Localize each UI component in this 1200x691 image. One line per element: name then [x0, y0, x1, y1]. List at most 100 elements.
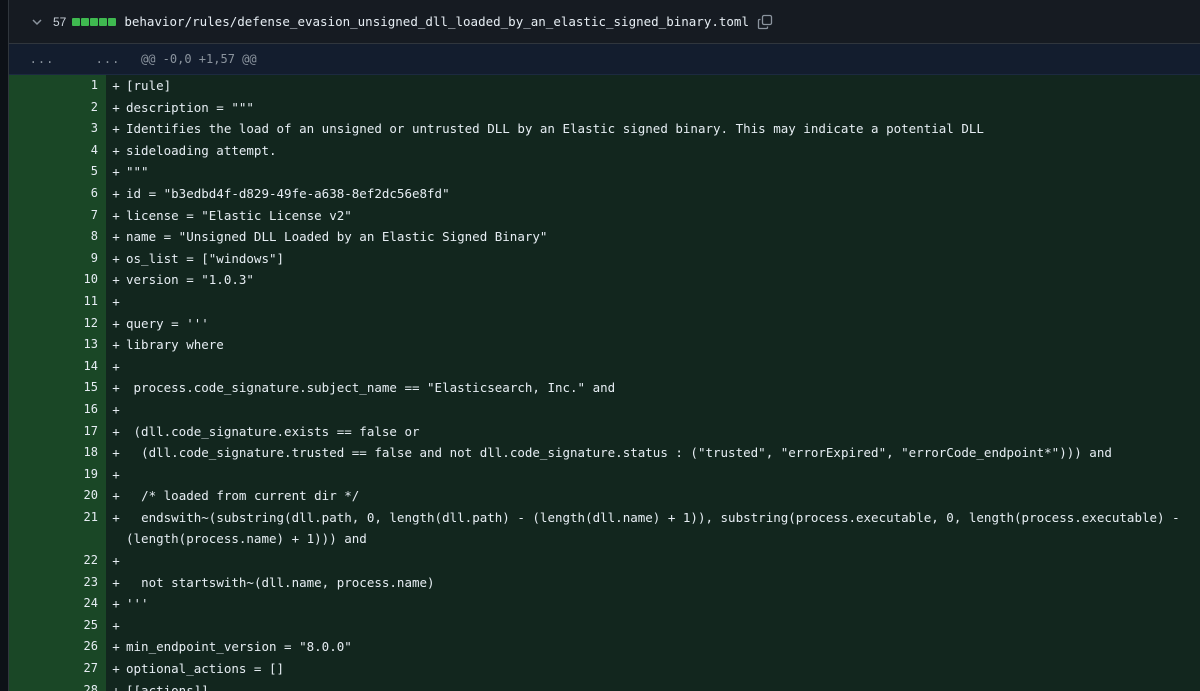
- old-line-number[interactable]: [9, 312, 59, 335]
- diff-lines: 1 + [rule] 2 + description = """ 3 + Identifies …: [9, 75, 1200, 691]
- addition-marker: +: [112, 423, 120, 439]
- addition-marker: +: [112, 380, 120, 396]
- addition-marker: +: [112, 207, 120, 223]
- old-line-number[interactable]: [9, 614, 59, 637]
- new-line-number[interactable]: 6: [59, 182, 106, 205]
- file-path[interactable]: behavior/rules/defense_evasion_unsigned_…: [124, 14, 749, 29]
- old-line-number[interactable]: [9, 679, 59, 691]
- new-line-number[interactable]: 2: [59, 96, 106, 119]
- new-line-number[interactable]: 21: [59, 506, 106, 551]
- code-line: optional_actions = []: [126, 661, 285, 677]
- code-line: [[actions]]: [126, 682, 209, 691]
- old-line-number[interactable]: [9, 75, 59, 97]
- diff-line: 15 + process.code_signature.subject_name …: [9, 377, 1200, 399]
- new-line-number[interactable]: 10: [59, 269, 106, 291]
- diff-line: 2 + description = """: [9, 96, 1200, 119]
- new-line-number[interactable]: 26: [59, 636, 106, 659]
- old-line-number[interactable]: [9, 355, 59, 378]
- new-line-number[interactable]: 13: [59, 334, 106, 356]
- old-line-number[interactable]: [9, 334, 59, 356]
- new-line-number[interactable]: 8: [59, 226, 106, 248]
- old-line-number[interactable]: [9, 550, 59, 572]
- code-line: /* loaded from current dir */: [126, 488, 360, 504]
- old-line-number[interactable]: [9, 463, 59, 486]
- new-line-number[interactable]: 9: [59, 247, 106, 270]
- copy-icon[interactable]: [757, 14, 773, 30]
- addition-marker: +: [112, 596, 120, 612]
- addition-marker: +: [112, 488, 120, 504]
- addition-marker: +: [112, 99, 120, 115]
- new-line-number[interactable]: 17: [59, 420, 106, 443]
- code-line: sideloading attempt.: [126, 142, 277, 158]
- old-line-number[interactable]: [9, 377, 59, 399]
- new-line-number[interactable]: 3: [59, 118, 106, 140]
- old-line-number[interactable]: [9, 269, 59, 291]
- new-line-number[interactable]: 27: [59, 658, 106, 680]
- new-line-number[interactable]: 12: [59, 312, 106, 335]
- old-line-number[interactable]: [9, 506, 59, 551]
- new-line-number[interactable]: 23: [59, 571, 106, 594]
- addition-marker: +: [112, 553, 120, 569]
- code-line: name = "Unsigned DLL Loaded by an Elasti…: [126, 229, 548, 245]
- old-line-number[interactable]: [9, 398, 59, 421]
- addition-marker: +: [112, 185, 120, 201]
- old-line-number[interactable]: [9, 182, 59, 205]
- code-line: (dll.code_signature.trusted == false and…: [126, 445, 1112, 461]
- code-line: version = "1.0.3": [126, 272, 254, 288]
- new-line-number[interactable]: 28: [59, 679, 106, 691]
- old-line-number[interactable]: [9, 204, 59, 227]
- diff-file: 5 7 behavior/rules/defense_evasion_unsign…: [8, 0, 1200, 691]
- old-line-number[interactable]: [9, 636, 59, 659]
- diff-line: 16 +: [9, 398, 1200, 421]
- old-line-number[interactable]: [9, 420, 59, 443]
- expand-new-button[interactable]: ...: [75, 52, 141, 66]
- new-line-number[interactable]: 7: [59, 204, 106, 227]
- new-line-number[interactable]: 18: [59, 442, 106, 464]
- addition-marker: +: [112, 142, 120, 158]
- new-line-number[interactable]: 1: [59, 75, 106, 97]
- diff-line: 20 + /* loaded from current dir */: [9, 485, 1200, 507]
- new-line-number[interactable]: 14: [59, 355, 106, 378]
- diff-line: 21 + endswith~(substring(dll.path, 0, len…: [9, 506, 1200, 551]
- new-line-number[interactable]: 15: [59, 377, 106, 399]
- old-line-number[interactable]: [9, 290, 59, 313]
- diff-line: 28 + [[actions]]: [9, 679, 1200, 691]
- old-line-number[interactable]: [9, 118, 59, 140]
- diff-line: 8 + name = "Unsigned DLL Loaded by an Elas…: [9, 226, 1200, 248]
- diff-line: 22 +: [9, 550, 1200, 572]
- new-line-number[interactable]: 24: [59, 593, 106, 615]
- new-line-number[interactable]: 5: [59, 161, 106, 183]
- addition-marker: +: [112, 574, 120, 590]
- new-line-number[interactable]: 16: [59, 398, 106, 421]
- old-line-number[interactable]: [9, 485, 59, 507]
- old-line-number[interactable]: [9, 161, 59, 183]
- addition-marker: +: [112, 121, 120, 137]
- code-line: endswith~(substring(dll.path, 0, length(…: [126, 509, 1180, 547]
- new-line-number[interactable]: 11: [59, 290, 106, 313]
- new-line-number[interactable]: 25: [59, 614, 106, 637]
- new-line-number[interactable]: 4: [59, 139, 106, 162]
- diff-line: 26 + min_endpoint_version = "8.0.0": [9, 636, 1200, 659]
- diff-line: 14 +: [9, 355, 1200, 378]
- new-line-number[interactable]: 20: [59, 485, 106, 507]
- chevron-down-icon[interactable]: [31, 16, 43, 28]
- old-line-number[interactable]: [9, 442, 59, 464]
- diff-line: 3 + Identifies the load of an unsigned or …: [9, 118, 1200, 140]
- old-line-number[interactable]: [9, 96, 59, 119]
- expand-old-button[interactable]: ...: [9, 52, 75, 66]
- new-line-number[interactable]: 22: [59, 550, 106, 572]
- old-line-number[interactable]: [9, 658, 59, 680]
- old-line-number[interactable]: [9, 571, 59, 594]
- old-line-number[interactable]: [9, 139, 59, 162]
- diff-line: 11 +: [9, 290, 1200, 313]
- old-line-number[interactable]: [9, 247, 59, 270]
- new-line-number[interactable]: 19: [59, 463, 106, 486]
- old-line-number[interactable]: [9, 593, 59, 615]
- diff-line: 9 + os_list = ["windows"]: [9, 247, 1200, 270]
- old-line-number[interactable]: [9, 226, 59, 248]
